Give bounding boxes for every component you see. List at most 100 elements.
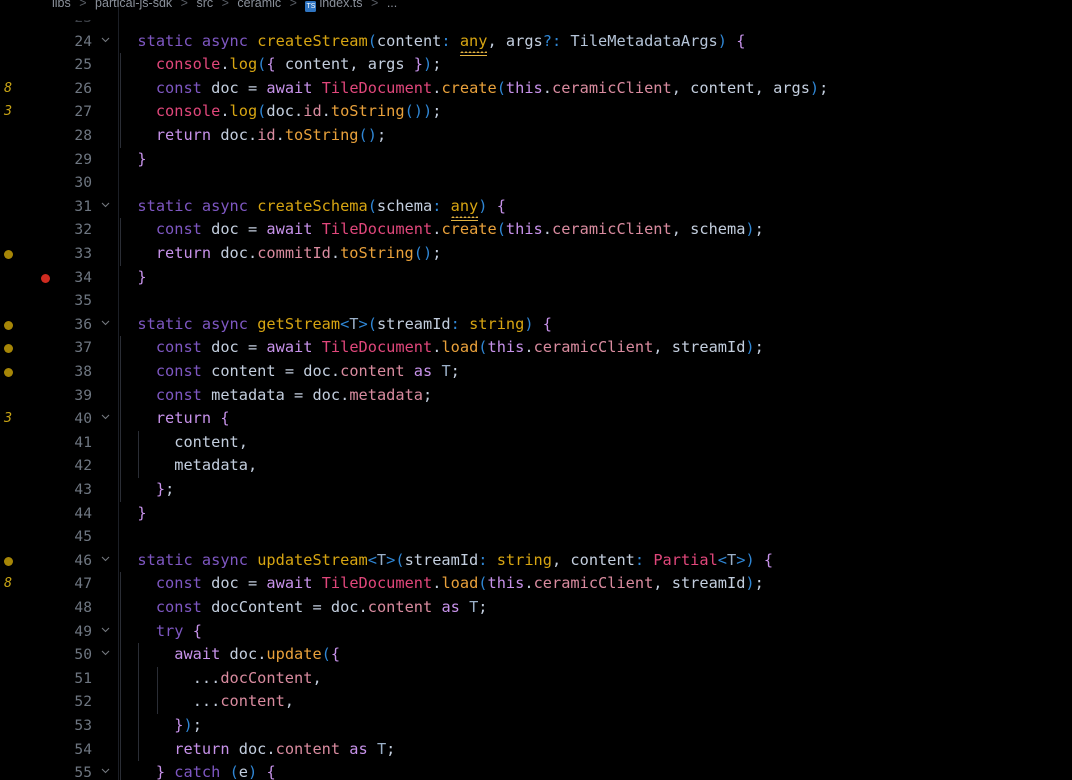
breadcrumb-item-ceramic[interactable]: ceramic (237, 0, 281, 10)
code-text[interactable]: const doc = await TileDocument.load(this… (119, 336, 1072, 360)
line-number: 24 (74, 32, 92, 50)
line-number: 43 (74, 481, 92, 498)
code-text[interactable]: const metadata = doc.metadata; (119, 384, 1072, 408)
code-text[interactable]: } (119, 266, 1072, 290)
line-number: 25 (74, 56, 92, 74)
breakpoint-dot[interactable] (41, 273, 50, 283)
code-line[interactable]: 33 return doc.commitId.toString(); (0, 242, 1072, 266)
code-line[interactable]: 43 }; (0, 478, 1072, 502)
code-text[interactable]: return doc.id.toString(); (119, 124, 1072, 148)
code-text[interactable]: return { (119, 407, 1072, 431)
code-text[interactable]: static async createStream(content: any, … (119, 30, 1072, 56)
code-line[interactable]: 8 26 const doc = await TileDocument.creat… (0, 76, 1072, 101)
code-line[interactable]: 41 content, (0, 430, 1072, 455)
gutter-warning-dot[interactable] (4, 344, 13, 354)
code-text[interactable]: ...content, (119, 690, 1072, 714)
code-line[interactable]: 45 (0, 525, 1072, 549)
code-line[interactable]: 51 ...docContent, (0, 666, 1072, 691)
code-line[interactable]: 3 27 console.log(doc.id.toString()); (0, 100, 1072, 124)
fold-chevron-icon[interactable] (98, 761, 112, 780)
code-line[interactable]: 42 metadata, (0, 454, 1072, 478)
line-number: 49 (74, 622, 92, 640)
git-blame-annotation[interactable]: 3 (0, 407, 46, 431)
line-number: 45 (74, 528, 92, 546)
code-text[interactable]: try { (119, 620, 1072, 644)
code-line[interactable]: 30 (0, 171, 1072, 195)
code-text[interactable]: }; (119, 478, 1072, 502)
code-line[interactable]: 38 const content = doc.content as T; (0, 360, 1072, 384)
code-line[interactable]: 31 static async createSchema(schema: any… (0, 195, 1072, 221)
code-line[interactable]: 54 return doc.content as T; (0, 737, 1072, 762)
breadcrumb-item-libs[interactable]: libs (52, 0, 71, 10)
code-text[interactable]: return doc.content as T; (119, 738, 1072, 762)
code-line[interactable]: 44 } (0, 502, 1072, 526)
breadcrumb-item-symbols[interactable]: ... (387, 0, 397, 10)
breadcrumb-separator: > (79, 0, 87, 10)
gutter-warning-dot[interactable] (4, 368, 13, 377)
code-line[interactable]: 32 const doc = await TileDocument.create… (0, 218, 1072, 242)
code-line[interactable]: 53 }); (0, 714, 1072, 738)
code-line[interactable]: 49 try { (0, 619, 1072, 644)
code-line[interactable]: 52 ...content, (0, 690, 1072, 714)
code-line[interactable]: 48 const docContent = doc.content as T; (0, 596, 1072, 620)
fold-chevron-icon[interactable] (98, 407, 112, 431)
code-text[interactable]: } catch (e) { (119, 761, 1072, 780)
code-text[interactable]: static async createSchema(schema: any) { (119, 195, 1072, 221)
code-text[interactable]: const doc = await TileDocument.create(th… (119, 218, 1072, 242)
code-line[interactable]: 36 static async getStream<T>(streamId: s… (0, 313, 1072, 337)
warning-squiggle: any (459, 30, 487, 56)
gutter-warning-dot[interactable] (4, 556, 13, 566)
fold-chevron-icon[interactable] (98, 195, 112, 219)
gutter-warning-dot[interactable] (4, 320, 13, 330)
code-text[interactable]: const doc = await TileDocument.create(th… (119, 77, 1072, 101)
code-text[interactable]: const docContent = doc.content as T; (119, 596, 1072, 620)
code-text[interactable]: const doc = await TileDocument.load(this… (119, 572, 1072, 596)
breadcrumb-separator: > (371, 0, 379, 10)
git-blame-annotation[interactable]: 3 (0, 100, 46, 124)
code-line[interactable]: 8 47 const doc = await TileDocument.load(… (0, 572, 1072, 596)
breadcrumb-separator: > (221, 0, 229, 10)
code-line[interactable]: 55 } catch (e) { (0, 761, 1072, 780)
code-text[interactable]: static async getStream<T>(streamId: stri… (119, 313, 1072, 337)
code-line[interactable]: 50 await doc.update({ (0, 643, 1072, 667)
fold-chevron-icon[interactable] (98, 643, 112, 667)
fold-chevron-icon[interactable] (98, 313, 112, 337)
breadcrumb-item-index-ts[interactable]: index.ts (319, 0, 362, 10)
code-text[interactable]: } (119, 502, 1072, 526)
code-line[interactable]: 3 40 return { (0, 407, 1072, 431)
code-text[interactable]: console.log({ content, args }); (119, 53, 1072, 77)
code-text[interactable]: content, (119, 431, 1072, 455)
fold-chevron-icon[interactable] (98, 30, 112, 54)
code-text[interactable]: console.log(doc.id.toString()); (119, 100, 1072, 124)
code-line[interactable]: 28 return doc.id.toString(); (0, 124, 1072, 148)
code-editor[interactable]: libs > partical-js-sdk > src > ceramic >… (0, 0, 1072, 780)
code-line[interactable]: 35 (0, 289, 1072, 313)
code-line[interactable]: 46 static async updateStream<T>(streamId… (0, 549, 1072, 573)
code-text[interactable]: } (119, 148, 1072, 172)
line-number: 39 (74, 386, 92, 404)
code-line[interactable]: 25 console.log({ content, args }); (0, 53, 1072, 77)
code-line[interactable]: 29 } (0, 148, 1072, 172)
line-number: 52 (74, 693, 92, 711)
breadcrumb-item-src[interactable]: src (196, 0, 213, 10)
code-text[interactable]: const content = doc.content as T; (119, 360, 1072, 384)
code-text[interactable]: return doc.commitId.toString(); (119, 242, 1072, 266)
code-line[interactable]: 24 static async createStream(content: an… (0, 30, 1072, 56)
code-text[interactable]: ...docContent, (119, 667, 1072, 691)
fold-chevron-icon[interactable] (98, 549, 112, 573)
gutter-warning-dot[interactable] (4, 250, 13, 259)
code-line[interactable]: 34 } (0, 266, 1072, 290)
line-number: 41 (74, 433, 92, 451)
code-text[interactable]: metadata, (119, 454, 1072, 478)
code-text[interactable]: await doc.update({ (119, 643, 1072, 667)
code-text[interactable]: static async updateStream<T>(streamId: s… (119, 549, 1072, 573)
typescript-file-icon: TS (305, 1, 317, 12)
fold-chevron-icon[interactable] (98, 620, 112, 644)
git-blame-annotation[interactable]: 8 (0, 572, 46, 596)
git-blame-annotation[interactable]: 8 (0, 77, 46, 101)
breadcrumb-item-partical-js-sdk[interactable]: partical-js-sdk (95, 0, 172, 10)
code-line[interactable]: 39 const metadata = doc.metadata; (0, 383, 1072, 408)
breadcrumb[interactable]: libs > partical-js-sdk > src > ceramic >… (52, 0, 397, 14)
code-line[interactable]: 37 const doc = await TileDocument.load(t… (0, 336, 1072, 360)
code-text[interactable]: }); (119, 714, 1072, 738)
